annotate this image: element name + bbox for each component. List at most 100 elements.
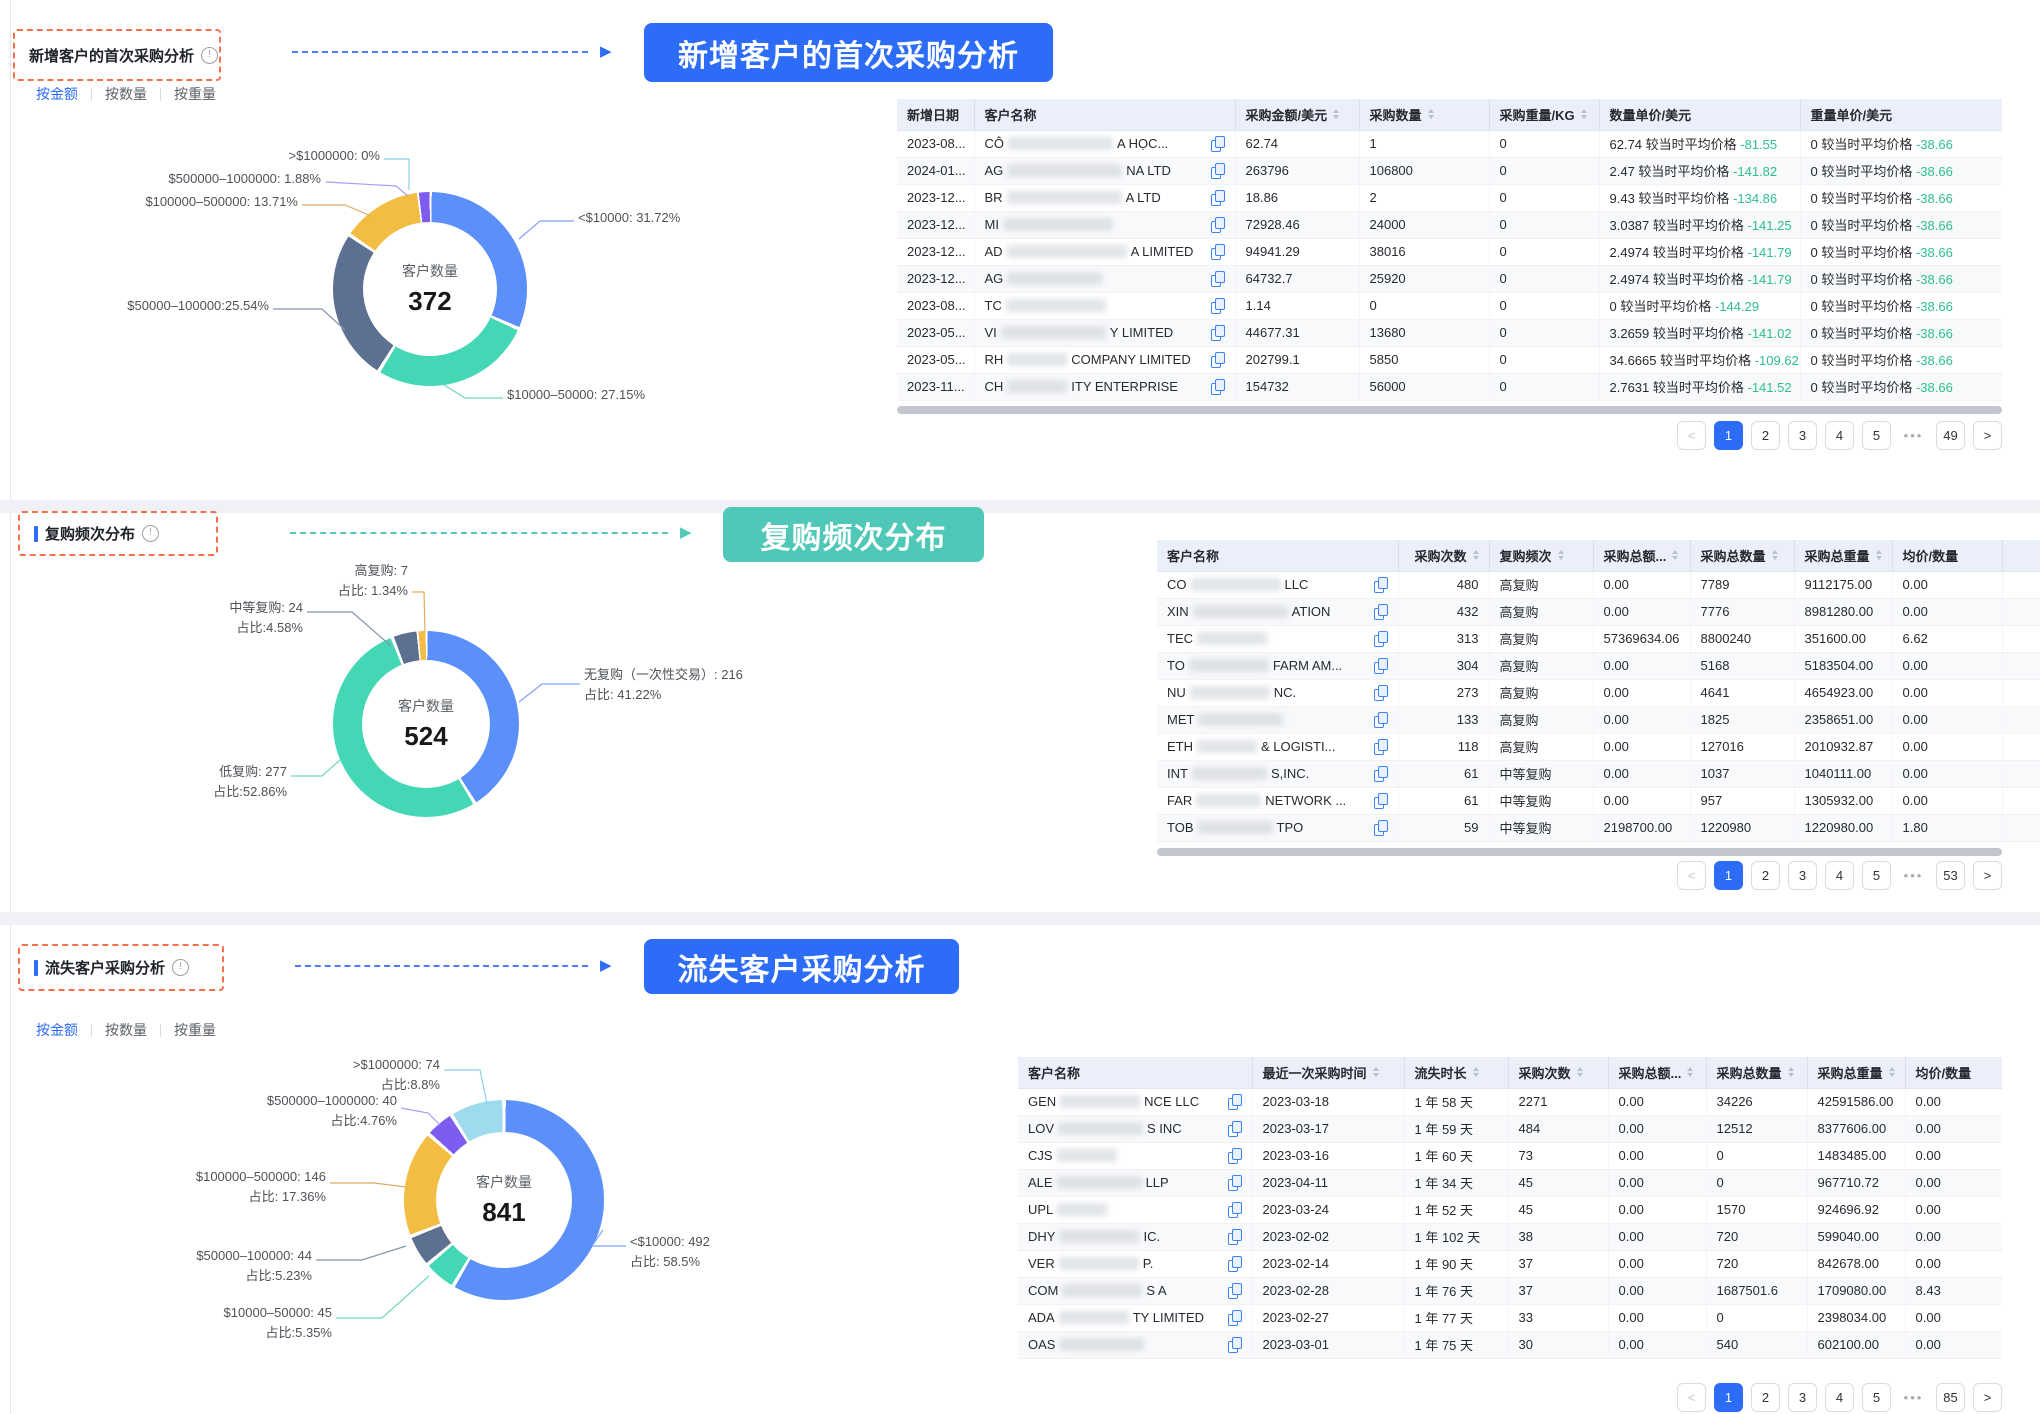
copy-icon[interactable]: [1228, 1229, 1242, 1245]
copy-icon[interactable]: [1211, 379, 1225, 395]
sort-icon[interactable]: [1788, 1067, 1794, 1077]
copy-icon[interactable]: [1374, 658, 1388, 674]
pagination-page-1[interactable]: 1: [1714, 1383, 1743, 1412]
sort-icon[interactable]: [1473, 550, 1479, 560]
copy-icon[interactable]: [1211, 298, 1225, 314]
column-header[interactable]: 采购重量/KG: [1489, 99, 1599, 130]
sort-icon[interactable]: [1558, 550, 1564, 560]
sort-icon[interactable]: [1772, 550, 1778, 560]
info-icon[interactable]: [201, 47, 218, 64]
pagination-page-3[interactable]: 3: [1788, 421, 1817, 450]
copy-icon[interactable]: [1211, 325, 1225, 341]
pagination-page-2[interactable]: 2: [1751, 861, 1780, 890]
column-header[interactable]: 流失时长: [1404, 1057, 1508, 1088]
pagination-page-4[interactable]: 4: [1825, 861, 1854, 890]
pagination-page-49[interactable]: 49: [1936, 421, 1965, 450]
copy-icon[interactable]: [1374, 712, 1388, 728]
column-header[interactable]: 采购总重量: [1807, 1057, 1905, 1088]
column-header[interactable]: 采购总数量: [1706, 1057, 1807, 1088]
copy-icon[interactable]: [1211, 163, 1225, 179]
copy-icon[interactable]: [1374, 820, 1388, 836]
copy-icon[interactable]: [1228, 1175, 1242, 1191]
column-header[interactable]: 最近一次采购时间: [1252, 1057, 1404, 1088]
column-header[interactable]: 采购总数量: [1690, 540, 1794, 571]
pagination-page-4[interactable]: 4: [1825, 421, 1854, 450]
column-header[interactable]: 采购总重量: [1794, 540, 1892, 571]
copy-icon[interactable]: [1211, 352, 1225, 368]
pagination-page-3[interactable]: 3: [1788, 861, 1817, 890]
horizontal-scrollbar[interactable]: [897, 406, 2002, 414]
copy-icon[interactable]: [1228, 1202, 1242, 1218]
pagination-page-1[interactable]: 1: [1714, 421, 1743, 450]
pagination-page-4[interactable]: 4: [1825, 1383, 1854, 1412]
column-header[interactable]: 采购次数: [1508, 1057, 1608, 1088]
copy-icon[interactable]: [1228, 1094, 1242, 1110]
pagination-page-2[interactable]: 2: [1751, 1383, 1780, 1412]
pagination-ellipsis[interactable]: •••: [1899, 861, 1928, 890]
tab-by-quantity[interactable]: 按数量: [105, 84, 147, 104]
column-header[interactable]: 采购数量: [1359, 99, 1489, 130]
pagination-next[interactable]: >: [1973, 861, 2002, 890]
copy-icon[interactable]: [1374, 685, 1388, 701]
info-icon[interactable]: [172, 959, 189, 976]
pagination-page-5[interactable]: 5: [1862, 861, 1891, 890]
column-header[interactable]: 采购金额/美元: [1235, 99, 1359, 130]
pagination-ellipsis[interactable]: •••: [1899, 421, 1928, 450]
copy-icon[interactable]: [1211, 217, 1225, 233]
sort-icon[interactable]: [1373, 1067, 1379, 1077]
column-header[interactable]: 复购频次: [1489, 540, 1593, 571]
copy-icon[interactable]: [1228, 1283, 1242, 1299]
sort-icon[interactable]: [1428, 109, 1434, 119]
sort-icon[interactable]: [1889, 1067, 1895, 1077]
copy-icon[interactable]: [1228, 1310, 1242, 1326]
pagination-page-3[interactable]: 3: [1788, 1383, 1817, 1412]
donut-chart-first-purchase[interactable]: 客户数量 372: [333, 192, 527, 386]
info-icon[interactable]: [142, 525, 159, 542]
cell: 高复购: [1489, 625, 1593, 652]
column-header[interactable]: 采购总额...: [1593, 540, 1690, 571]
copy-icon[interactable]: [1228, 1256, 1242, 1272]
sort-icon[interactable]: [1876, 550, 1882, 560]
sort-icon[interactable]: [1577, 1067, 1583, 1077]
copy-icon[interactable]: [1211, 190, 1225, 206]
tab-by-quantity[interactable]: 按数量: [105, 1020, 147, 1040]
copy-icon[interactable]: [1211, 136, 1225, 152]
column-header[interactable]: 采购次数: [1398, 540, 1489, 571]
copy-icon[interactable]: [1211, 244, 1225, 260]
donut-chart-repurchase[interactable]: 客户数量 524: [333, 631, 519, 817]
copy-icon[interactable]: [1374, 604, 1388, 620]
pagination-page-1[interactable]: 1: [1714, 861, 1743, 890]
pagination-page-5[interactable]: 5: [1862, 421, 1891, 450]
copy-icon[interactable]: [1374, 739, 1388, 755]
copy-icon[interactable]: [1374, 577, 1388, 593]
sort-icon[interactable]: [1333, 109, 1339, 119]
copy-icon[interactable]: [1228, 1121, 1242, 1137]
sort-icon[interactable]: [1581, 109, 1587, 119]
pagination-page-85[interactable]: 85: [1936, 1383, 1965, 1412]
pagination-page-53[interactable]: 53: [1936, 861, 1965, 890]
tab-by-amount[interactable]: 按金额: [36, 1020, 78, 1040]
sort-icon[interactable]: [1687, 1067, 1693, 1077]
donut-chart-churned[interactable]: 客户数量 841: [404, 1100, 604, 1300]
cell: LOVS INC: [1018, 1115, 1252, 1142]
tab-by-weight[interactable]: 按重量: [174, 84, 216, 104]
pagination-next[interactable]: >: [1973, 421, 2002, 450]
copy-icon[interactable]: [1211, 271, 1225, 287]
copy-icon[interactable]: [1374, 766, 1388, 782]
price-delta: -38.66: [1916, 299, 1953, 314]
tab-by-weight[interactable]: 按重量: [174, 1020, 216, 1040]
column-header[interactable]: 采购总额...: [1608, 1057, 1706, 1088]
sort-icon[interactable]: [1672, 550, 1678, 560]
pagination-page-5[interactable]: 5: [1862, 1383, 1891, 1412]
copy-icon[interactable]: [1228, 1148, 1242, 1164]
cell: 1 年 58 天: [1404, 1088, 1508, 1115]
tab-by-amount[interactable]: 按金额: [36, 84, 78, 104]
pagination-page-2[interactable]: 2: [1751, 421, 1780, 450]
sort-icon[interactable]: [1473, 1067, 1479, 1077]
pagination-ellipsis[interactable]: •••: [1899, 1383, 1928, 1412]
copy-icon[interactable]: [1374, 793, 1388, 809]
horizontal-scrollbar[interactable]: [1157, 848, 2002, 856]
copy-icon[interactable]: [1228, 1337, 1242, 1353]
pagination-next[interactable]: >: [1973, 1383, 2002, 1412]
copy-icon[interactable]: [1374, 631, 1388, 647]
